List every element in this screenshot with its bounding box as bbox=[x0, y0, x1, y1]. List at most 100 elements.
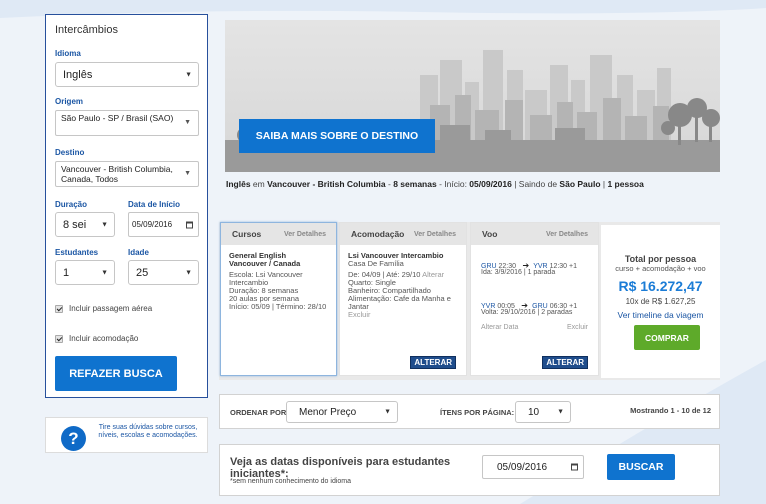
duracao-label: Duração bbox=[55, 200, 88, 209]
acomodacao-alterar-link[interactable]: Alterar bbox=[422, 270, 444, 279]
duracao-select[interactable]: 8 sei ▼ bbox=[55, 212, 115, 237]
acomodacao-checkbox[interactable]: Incluir acomodação bbox=[55, 334, 138, 343]
destino-select[interactable]: Vancouver - British Columbia, Canada, To… bbox=[55, 161, 199, 187]
voo-alterar-button[interactable]: ALTERAR bbox=[542, 356, 588, 369]
buscar-button[interactable]: BUSCAR bbox=[607, 454, 675, 480]
items-per-page-value: 10 bbox=[528, 406, 540, 418]
question-icon[interactable]: ? bbox=[61, 426, 86, 451]
search-sidebar: Intercâmbios Idioma Inglês ▼ Origem São … bbox=[45, 14, 208, 398]
sort-bar: ORDENAR POR: Menor Preço ▼ ÍTENS POR PÁG… bbox=[219, 394, 720, 429]
voo-card-header: Voo Ver Detalhes bbox=[471, 223, 598, 245]
passagem-checkbox[interactable]: Incluir passagem aérea bbox=[55, 304, 152, 313]
summary-start: 05/09/2016 bbox=[469, 179, 512, 189]
destination-banner: SAIBA MAIS SOBRE O DESTINO bbox=[225, 20, 720, 172]
promo-subtitle: *sem nenhum conhecimento do idioma bbox=[230, 478, 352, 485]
idioma-label: Idioma bbox=[55, 49, 81, 58]
chevron-down-icon: ▼ bbox=[101, 269, 108, 276]
chevron-down-icon: ▼ bbox=[184, 119, 191, 126]
summary-dest: Vancouver - British Columbia bbox=[267, 179, 386, 189]
data-inicio-value: 05/09/2016 bbox=[132, 220, 173, 229]
curso-school: Escola: Lsi Vancouver Intercambio bbox=[229, 270, 303, 287]
acomodacao-card-header: Acomodação Ver Detalhes bbox=[340, 223, 466, 245]
acomodacao-type: Casa De Família bbox=[348, 259, 404, 268]
acomodacao-label: Incluir acomodação bbox=[69, 334, 139, 343]
curso-card[interactable]: Cursos Ver Detalhes General English Vanc… bbox=[220, 222, 337, 376]
destino-value: Vancouver - British Columbia, Canada, To… bbox=[61, 164, 173, 184]
chevron-down-icon: ▼ bbox=[557, 408, 564, 416]
acomodacao-card[interactable]: Acomodação Ver Detalhes Lsi Vancouver In… bbox=[339, 222, 467, 376]
total-subtitle: curso + acomodação + voo bbox=[615, 264, 706, 273]
voo-details-link[interactable]: Ver Detalhes bbox=[546, 231, 588, 238]
results-count: Mostrando 1 - 10 de 12 bbox=[630, 406, 711, 415]
summary-weeks: 8 semanas bbox=[393, 179, 437, 189]
voo-card[interactable]: Voo Ver Detalhes GRU 22:30 ➔ YVR 12:30 +… bbox=[470, 222, 599, 376]
curso-city: Vancouver / Canada bbox=[229, 259, 301, 268]
curso-dates: Início: 05/09 | Término: 28/10 bbox=[229, 302, 327, 311]
total-panel: Total por pessoa curso + acomodação + vo… bbox=[601, 225, 720, 378]
summary-people: 1 pessoa bbox=[607, 179, 644, 189]
checkbox-checked-icon[interactable] bbox=[55, 334, 63, 343]
voo-alterar-data-link[interactable]: Alterar Data bbox=[481, 324, 518, 331]
summary-text: | Saindo de bbox=[511, 179, 560, 189]
promo-date-value: 05/09/2016 bbox=[497, 461, 548, 473]
trip-summary: Inglês em Vancouver - British Columbia -… bbox=[226, 179, 720, 195]
destino-label: Destino bbox=[55, 148, 85, 157]
voo-ida-info: Ida: 3/9/2016 | 1 parada bbox=[481, 269, 556, 276]
timeline-link[interactable]: Ver timeline da viagem bbox=[601, 310, 720, 320]
origem-value: São Paulo - SP / Brasil (SAO) bbox=[61, 113, 174, 123]
total-title: Total por pessoa bbox=[624, 254, 697, 264]
saiba-mais-button[interactable]: SAIBA MAIS SOBRE O DESTINO bbox=[239, 119, 435, 153]
estudantes-select[interactable]: 1 ▼ bbox=[55, 260, 115, 285]
help-text[interactable]: Tire suas dúvidas sobre cursos, níveis, … bbox=[93, 424, 203, 440]
promo-title: Veja as datas disponíveis para estudante… bbox=[230, 456, 451, 480]
total-installments: 10x de R$ 1.627,25 bbox=[625, 297, 696, 306]
chevron-down-icon: ▼ bbox=[384, 408, 391, 416]
duracao-value: 8 sei bbox=[63, 218, 87, 231]
beginner-dates-box: Veja as datas disponíveis para estudante… bbox=[219, 444, 720, 496]
curso-details-link[interactable]: Ver Detalhes bbox=[284, 231, 326, 238]
summary-text: - Início: bbox=[436, 179, 470, 189]
voo-card-title: Voo bbox=[482, 229, 498, 239]
chevron-down-icon: ▼ bbox=[185, 269, 192, 276]
order-select[interactable]: Menor Preço ▼ bbox=[286, 401, 398, 423]
items-per-page-select[interactable]: 10 ▼ bbox=[515, 401, 571, 423]
idade-value: 25 bbox=[136, 266, 149, 279]
acomodacao-alterar-button[interactable]: ALTERAR bbox=[410, 356, 456, 369]
chevron-down-icon: ▼ bbox=[101, 221, 108, 228]
data-inicio-input[interactable]: 05/09/2016 bbox=[128, 212, 199, 237]
summary-text: em bbox=[250, 179, 268, 189]
idioma-select[interactable]: Inglês ▼ bbox=[55, 62, 199, 87]
summary-origin: São Paulo bbox=[559, 179, 601, 189]
idade-select[interactable]: 25 ▼ bbox=[128, 260, 199, 285]
estudantes-value: 1 bbox=[63, 266, 70, 279]
items-per-page-label: ÍTENS POR PÁGINA: bbox=[440, 408, 515, 417]
acomodacao-excluir-link[interactable]: Excluir bbox=[348, 311, 458, 319]
checkbox-checked-icon[interactable] bbox=[55, 304, 63, 313]
idioma-value: Inglês bbox=[63, 68, 93, 81]
estudantes-label: Estudantes bbox=[55, 248, 99, 257]
acomodacao-food: Alimentação: Cafe da Manha e Jantar bbox=[348, 294, 451, 311]
help-box[interactable]: ? Tire suas dúvidas sobre cursos, níveis… bbox=[45, 417, 208, 453]
voo-volta-info: Volta: 29/10/2016 | 2 paradas bbox=[481, 309, 573, 316]
package-cards: Cursos Ver Detalhes General English Vanc… bbox=[219, 222, 720, 380]
calendar-icon[interactable] bbox=[571, 463, 578, 471]
data-inicio-label: Data de Início bbox=[128, 200, 181, 209]
origem-select[interactable]: São Paulo - SP / Brasil (SAO) ▼ bbox=[55, 110, 199, 136]
voo-excluir-link[interactable]: Excluir bbox=[567, 324, 588, 331]
total-price: R$ 16.272,47 bbox=[618, 278, 703, 294]
refazer-busca-button[interactable]: REFAZER BUSCA bbox=[55, 356, 177, 391]
passagem-label: Incluir passagem aérea bbox=[69, 304, 153, 313]
curso-card-title: Cursos bbox=[232, 229, 262, 239]
order-label: ORDENAR POR: bbox=[230, 408, 289, 417]
chevron-down-icon: ▼ bbox=[185, 71, 192, 78]
promo-date-input[interactable]: 05/09/2016 bbox=[482, 455, 584, 479]
origem-label: Origem bbox=[55, 97, 84, 106]
acomodacao-card-title: Acomodação bbox=[351, 229, 405, 239]
sidebar-title: Intercâmbios bbox=[55, 24, 118, 36]
order-value: Menor Preço bbox=[299, 406, 357, 418]
calendar-icon[interactable] bbox=[186, 221, 193, 228]
idade-label: Idade bbox=[128, 248, 149, 257]
acomodacao-details-link[interactable]: Ver Detalhes bbox=[414, 231, 456, 238]
comprar-button[interactable]: COMPRAR bbox=[634, 325, 700, 350]
summary-lang: Inglês bbox=[226, 179, 251, 189]
